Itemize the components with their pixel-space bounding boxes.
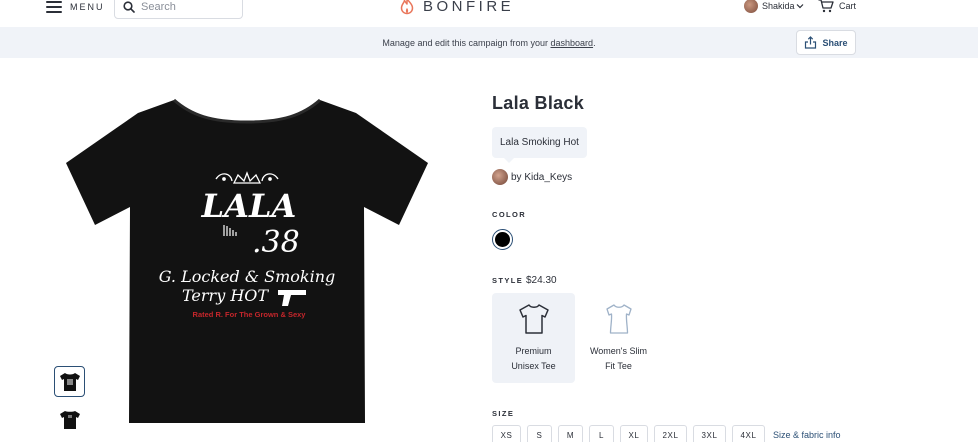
style-option-line2: Fit Tee (605, 361, 632, 371)
cart-link[interactable]: Cart (818, 0, 856, 13)
user-avatar (744, 0, 758, 13)
color-swatch-fill (495, 232, 510, 247)
search-icon (123, 0, 135, 13)
womens-tee-icon (605, 304, 632, 334)
size-option-2xl[interactable]: 2XL (654, 425, 687, 442)
user-name: Shakida (762, 1, 795, 11)
tshirt-front-thumb-icon (59, 372, 80, 391)
print-tagline: Rated R. For The Grown & Sexy (193, 310, 307, 319)
product-image[interactable]: LALA .38 G. Locked & Smoking Terry HOT R… (66, 95, 428, 435)
style-option-line1: Women's Slim (589, 346, 648, 356)
hamburger-icon (46, 1, 62, 13)
creator-avatar (492, 169, 508, 185)
size-option-3xl[interactable]: 3XL (693, 425, 726, 442)
size-option-xl[interactable]: XL (620, 425, 648, 442)
top-nav: MENU BONFIRE Shakida Cart (0, 0, 978, 26)
product-subtitle: Lala Smoking Hot (492, 127, 587, 163)
style-option-line2: Unisex Tee (511, 361, 556, 371)
thumbnail-front[interactable] (54, 366, 85, 397)
user-menu[interactable]: Shakida (744, 0, 804, 13)
print-number: .38 (252, 225, 300, 260)
color-swatch-black[interactable] (492, 229, 513, 250)
dashboard-link[interactable]: dashboard (551, 38, 594, 48)
share-icon (805, 36, 817, 49)
size-fabric-info-link[interactable]: Size & fabric info (773, 430, 841, 440)
product-price: $24.30 (526, 275, 557, 286)
tshirt-back-thumb-icon (59, 410, 80, 429)
banner-text-end: . (593, 37, 596, 48)
size-label: SIZE (492, 409, 515, 418)
campaign-banner: Manage and edit this campaign from your … (0, 27, 978, 58)
unisex-tee-icon (518, 304, 549, 334)
bonfire-logo[interactable]: BONFIRE (398, 0, 514, 15)
flame-logo-icon (400, 0, 414, 15)
print-line3: G. Locked & Smoking (159, 267, 336, 286)
product-title: Lala Black (492, 93, 585, 113)
banner-text: Manage and edit this campaign from your (382, 37, 551, 48)
product-subtitle-text: Lala Smoking Hot (500, 137, 579, 148)
size-option-s[interactable]: S (527, 425, 552, 442)
menu-button[interactable]: MENU (46, 0, 105, 14)
search-input[interactable] (141, 0, 241, 13)
creator-byline[interactable]: by Kida_Keys (492, 169, 572, 185)
tshirt-image: LALA .38 G. Locked & Smoking Terry HOT R… (66, 98, 428, 423)
menu-label: MENU (70, 2, 105, 12)
size-option-4xl[interactable]: 4XL (732, 425, 765, 442)
print-title: LALA (201, 187, 297, 225)
style-option-womens-slim[interactable]: Women's Slim Fit Tee (577, 293, 660, 383)
style-option-premium-unisex[interactable]: Premium Unisex Tee (492, 293, 575, 383)
chevron-down-icon (796, 4, 803, 9)
share-button[interactable]: Share (796, 30, 856, 55)
search-box[interactable] (114, 0, 243, 19)
print-line4: Terry HOT (182, 286, 269, 305)
style-label: STYLE (492, 276, 524, 285)
style-option-line1: Premium (515, 346, 552, 356)
size-option-xs[interactable]: XS (492, 425, 521, 442)
color-label: COLOR (492, 210, 527, 219)
share-label: Share (822, 37, 848, 48)
cart-icon (818, 0, 834, 13)
logo-text: BONFIRE (423, 0, 515, 15)
cart-label: Cart (839, 1, 857, 11)
size-option-l[interactable]: L (589, 425, 614, 442)
size-option-m[interactable]: M (558, 425, 583, 442)
size-selector: XS S M L XL 2XL 3XL 4XL Size & fabric in… (492, 425, 841, 442)
creator-name: by Kida_Keys (511, 171, 573, 183)
thumbnail-back[interactable] (54, 404, 85, 435)
